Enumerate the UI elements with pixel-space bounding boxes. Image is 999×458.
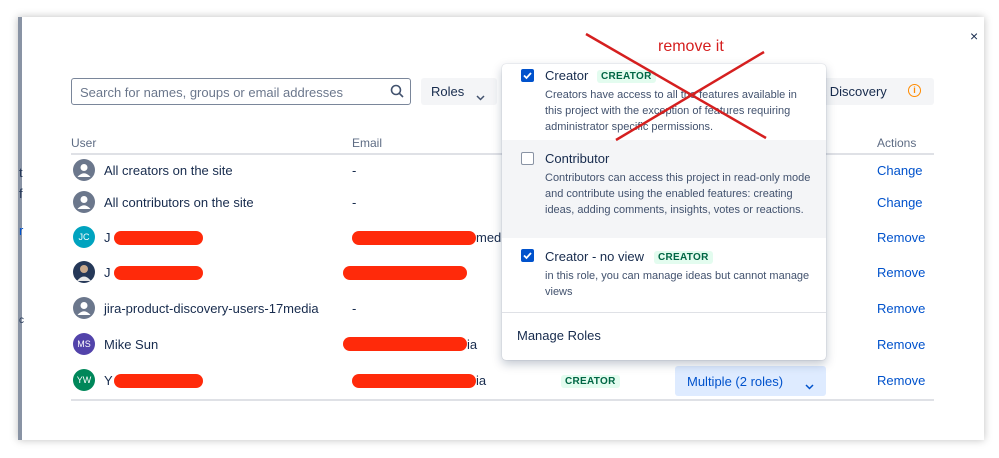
role-option-creator-no-view[interactable]: Creator - no view CREATOR in this role, … — [502, 238, 826, 312]
group-avatar-icon — [73, 159, 95, 181]
user-email: ia — [476, 373, 487, 388]
background-text-fragment: c — [19, 315, 24, 326]
checkbox-checked[interactable] — [521, 69, 534, 82]
avatar — [73, 261, 95, 283]
user-name: J — [104, 230, 111, 245]
change-button[interactable]: Change — [877, 163, 923, 178]
user-email: med — [476, 230, 502, 245]
close-button[interactable]: × — [970, 28, 978, 44]
info-icon: i — [908, 84, 921, 97]
user-name: J — [104, 265, 111, 280]
role-select[interactable]: Multiple (2 roles) — [675, 366, 826, 396]
user-name: jira-product-discovery-users-17media — [104, 301, 319, 316]
redaction-mark — [352, 231, 476, 245]
role-badge: CREATOR — [561, 375, 620, 388]
search-field[interactable] — [71, 78, 411, 105]
checkbox-checked[interactable] — [521, 249, 534, 262]
remove-button[interactable]: Remove — [877, 301, 925, 316]
role-option-description: Contributors can access this project in … — [545, 172, 811, 216]
user-name: Mike Sun — [104, 337, 159, 352]
remove-button[interactable]: Remove — [877, 265, 925, 280]
group-avatar-icon — [73, 191, 95, 213]
role-option-description: in this role, you can manage ideas but c… — [545, 270, 810, 298]
user-email: - — [352, 301, 357, 316]
background-text-fragment: r — [19, 223, 24, 238]
creator-badge: CREATOR — [654, 251, 713, 264]
avatar: JC — [73, 226, 95, 248]
column-header-actions: Actions — [877, 136, 917, 150]
search-icon[interactable] — [390, 84, 404, 103]
redaction-mark — [114, 231, 203, 245]
change-button[interactable]: Change — [877, 195, 923, 210]
user-name: Y — [104, 373, 113, 388]
background-text-fragment: t — [19, 165, 23, 180]
remove-button[interactable]: Remove — [877, 230, 925, 245]
annotation-text: remove it — [658, 38, 724, 55]
checkbox-unchecked[interactable] — [521, 152, 534, 165]
role-option-title: Contributor — [545, 151, 610, 166]
column-header-email: Email — [352, 136, 383, 150]
redaction-mark — [343, 337, 467, 351]
dropdown-divider — [502, 312, 826, 313]
role-option-contributor[interactable]: Contributor Contributors can access this… — [502, 140, 826, 238]
background-text-fragment: f — [19, 186, 23, 201]
user-name: All contributors on the site — [104, 195, 254, 210]
product-filter-label: ct Discovery — [816, 84, 887, 99]
avatar: MS — [73, 333, 95, 355]
roles-filter-button[interactable]: Roles — [421, 78, 497, 105]
group-avatar-icon — [73, 297, 95, 319]
role-select-value: Multiple (2 roles) — [687, 374, 784, 389]
search-input[interactable] — [78, 80, 382, 105]
table-bottom-border — [71, 399, 934, 401]
column-header-user: User — [71, 136, 97, 150]
manage-roles-link[interactable]: Manage Roles — [517, 328, 601, 343]
remove-button[interactable]: Remove — [877, 337, 925, 352]
roles-filter-label: Roles — [431, 84, 465, 99]
redaction-mark — [114, 374, 203, 388]
redaction-mark — [352, 374, 476, 388]
user-email: - — [352, 195, 357, 210]
user-email: - — [352, 163, 357, 178]
redaction-mark — [343, 266, 467, 280]
chevron-down-icon — [476, 89, 485, 104]
user-name: All creators on the site — [104, 163, 233, 178]
role-option-title: Creator - no view — [545, 249, 644, 264]
avatar: YW — [73, 369, 95, 391]
user-email: ia — [467, 337, 478, 352]
chevron-down-icon — [805, 378, 814, 393]
redaction-mark — [114, 266, 203, 280]
remove-button[interactable]: Remove — [877, 373, 925, 388]
